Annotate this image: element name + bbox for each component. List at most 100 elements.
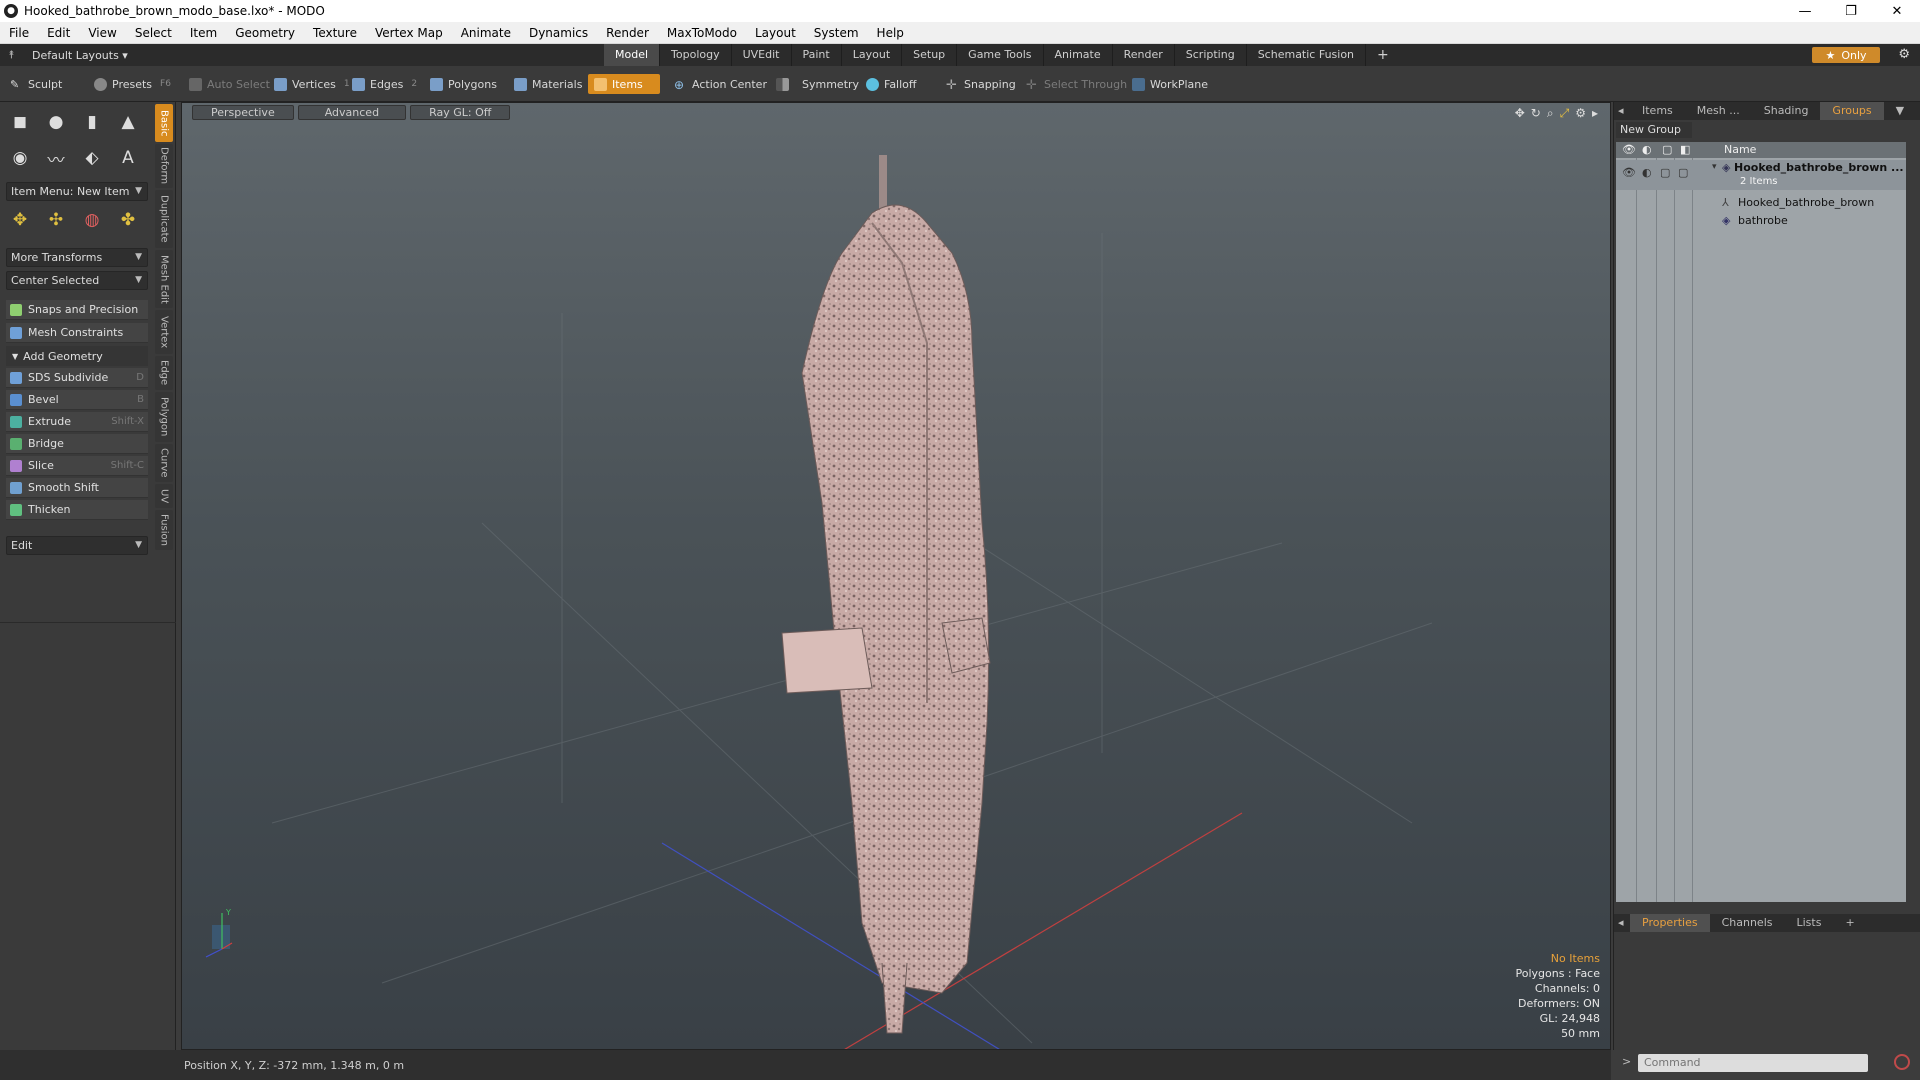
sds-subdivide-button[interactable]: SDS Subdivide D [6,368,148,388]
menu-maxtomodo[interactable]: MaxToModo [658,26,746,40]
edges-button[interactable]: Edges 2 [346,74,423,94]
polygons-button[interactable]: Polygons [424,74,503,94]
menu-vertex-map[interactable]: Vertex Map [366,26,452,40]
orbit-icon[interactable]: ↻ [1531,106,1541,121]
add-geometry-section[interactable]: ▼ Add Geometry [6,346,148,366]
bridge-button[interactable]: Bridge [6,434,148,454]
thicken-button[interactable]: Thicken [6,500,148,520]
menu-edit[interactable]: Edit [38,26,79,40]
tab-groups[interactable]: Groups [1820,102,1884,120]
transform-tool-icon[interactable]: ✤ [114,206,142,234]
menu-view[interactable]: View [79,26,125,40]
side-tab-mesh-edit[interactable]: Mesh Edit [155,250,173,308]
menu-render[interactable]: Render [597,26,658,40]
tab-game-tools[interactable]: Game Tools [957,44,1044,66]
more-transforms-dropdown[interactable]: More Transforms ▼ [6,248,148,267]
3d-viewport[interactable]: Y Perspective Advanced Ray GL: Off ✥ ↻ ⌕… [181,102,1611,1050]
text-tool-icon[interactable]: A [114,144,142,172]
menu-file[interactable]: File [0,26,38,40]
tab-mesh[interactable]: Mesh ... [1685,102,1752,120]
add-tab-button[interactable]: + [1833,914,1866,932]
panel-menu-icon[interactable]: ◂ [1614,102,1630,120]
side-tab-deform[interactable]: Deform [155,144,173,188]
minimize-button[interactable]: — [1782,0,1828,22]
scale-tool-icon[interactable]: ◍ [78,206,106,234]
tab-schematic-fusion[interactable]: Schematic Fusion [1247,44,1367,66]
side-tab-fusion[interactable]: Fusion [155,510,173,550]
menu-system[interactable]: System [805,26,868,40]
workplane-button[interactable]: WorkPlane [1126,74,1214,94]
tab-layout[interactable]: Layout [842,44,903,66]
menu-geometry[interactable]: Geometry [226,26,304,40]
materials-button[interactable]: Materials [508,74,588,94]
only-button[interactable]: ★ Only [1812,47,1880,63]
cube-icon[interactable]: ◼ [6,108,34,136]
new-group-button[interactable]: New Group [1616,122,1692,138]
tab-setup[interactable]: Setup [902,44,958,66]
side-tab-edge[interactable]: Edge [155,356,173,390]
tab-scripting[interactable]: Scripting [1175,44,1247,66]
extrude-button[interactable]: Extrude Shift-X [6,412,148,432]
pen-tool-icon[interactable]: 〰 [42,144,70,172]
viewport-menu-arrow-icon[interactable]: ▸ [1592,106,1598,121]
fit-icon[interactable]: ⤢ [1560,106,1570,121]
smooth-shift-button[interactable]: Smooth Shift [6,478,148,498]
tab-model[interactable]: Model [604,44,661,66]
items-button[interactable]: Items [588,74,660,94]
tabs-dropdown-icon[interactable]: ▼ [1884,102,1916,120]
viewport-settings-icon[interactable]: ⚙ [1575,106,1586,121]
command-input[interactable] [1638,1054,1868,1072]
rotate-tool-icon[interactable]: ✣ [42,206,70,234]
command-history-icon[interactable] [1894,1054,1910,1070]
side-tab-curve[interactable]: Curve [155,444,173,482]
default-layouts-dropdown[interactable]: ⯭ Default Layouts ▾ [0,48,128,62]
snapping-button[interactable]: ✛ Snapping [940,74,1022,94]
render-toggle-icon[interactable]: ◐ [1642,166,1652,179]
shading-dropdown[interactable]: Advanced [297,105,407,120]
action-center-button[interactable]: ⊕ Action Center [668,74,773,94]
side-tab-uv[interactable]: UV [155,484,173,508]
bevel-button[interactable]: Bevel B [6,390,148,410]
menu-animate[interactable]: Animate [452,26,520,40]
symmetry-button[interactable]: Symmetry [770,74,865,94]
select-through-button[interactable]: ✛ Select Through [1020,74,1133,94]
group-child-row[interactable]: ⅄ Hooked_bathrobe_brown [1616,194,1906,212]
tab-lists[interactable]: Lists [1785,914,1834,932]
lock-toggle-icon[interactable]: ▢ [1660,166,1670,179]
falloff-button[interactable]: Falloff [860,74,922,94]
tab-uvedit[interactable]: UVEdit [732,44,792,66]
menu-select[interactable]: Select [126,26,181,40]
cone-icon[interactable]: ▲ [114,108,142,136]
perspective-dropdown[interactable]: Perspective [192,105,294,120]
add-tab-button[interactable]: + [1366,44,1400,66]
gear-icon[interactable]: ⚙ [1898,47,1910,62]
menu-dynamics[interactable]: Dynamics [520,26,597,40]
menu-texture[interactable]: Texture [304,26,366,40]
menu-help[interactable]: Help [868,26,913,40]
snaps-and-precision-button[interactable]: Snaps and Precision [6,300,148,320]
vertices-button[interactable]: Vertices 1 [268,74,356,94]
side-tab-basic[interactable]: Basic [155,104,173,142]
shape-tool-icon[interactable]: ⬖ [78,144,106,172]
tab-animate[interactable]: Animate [1044,44,1113,66]
center-selected-dropdown[interactable]: Center Selected ▼ [6,271,148,290]
tab-items[interactable]: Items [1630,102,1685,120]
slice-button[interactable]: Slice Shift-C [6,456,148,476]
menu-item[interactable]: Item [181,26,226,40]
move-tool-icon[interactable]: ✥ [6,206,34,234]
raygl-toggle[interactable]: Ray GL: Off [410,105,511,120]
close-button[interactable]: ✕ [1874,0,1920,22]
tab-paint[interactable]: Paint [792,44,842,66]
pan-icon[interactable]: ✥ [1515,106,1525,121]
item-menu-dropdown[interactable]: Item Menu: New Item ▼ [6,182,148,201]
maximize-button[interactable]: ❐ [1828,0,1874,22]
menu-layout[interactable]: Layout [746,26,805,40]
tab-topology[interactable]: Topology [660,44,732,66]
zoom-icon[interactable]: ⌕ [1547,106,1554,121]
bathrobe-model[interactable] [781,155,991,1034]
tab-render[interactable]: Render [1113,44,1175,66]
tab-shading[interactable]: Shading [1752,102,1821,120]
torus-icon[interactable]: ◉ [6,144,34,172]
auto-select-button[interactable]: Auto Select [183,74,276,94]
presets-button[interactable]: Presets F6 [88,74,177,94]
